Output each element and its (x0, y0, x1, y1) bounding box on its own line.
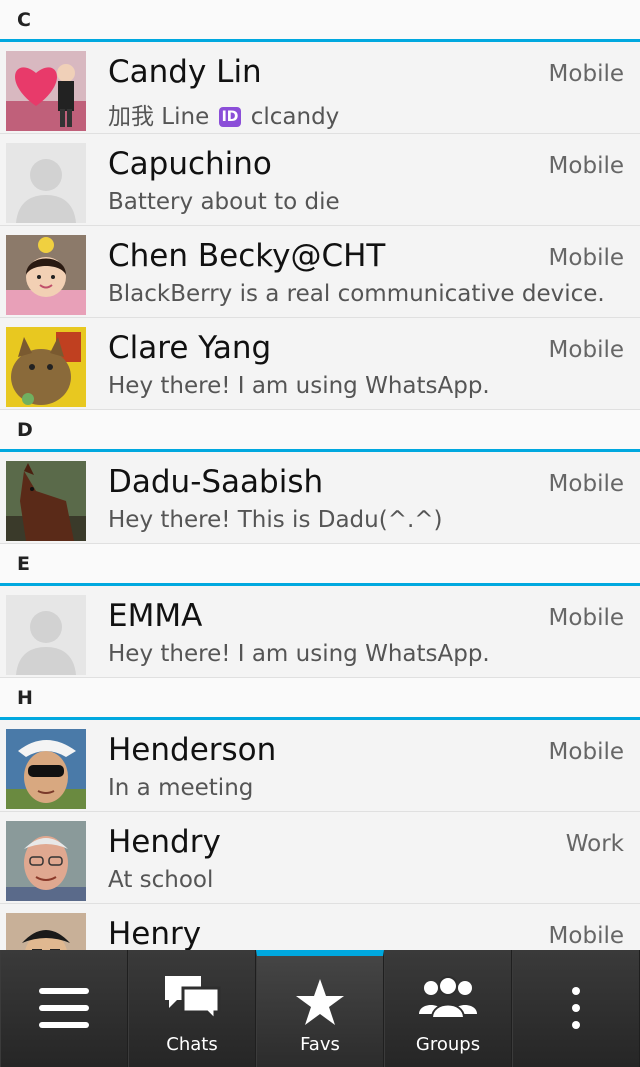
tab-label: Groups (415, 1034, 481, 1055)
chat-bubbles-icon (129, 974, 255, 1024)
contact-status: Hey there! I am using WhatsApp. (108, 641, 490, 667)
phone-type: Mobile (548, 337, 624, 363)
phone-type: Mobile (548, 923, 624, 949)
contact-row-hendry[interactable]: Hendry At school Work (0, 812, 640, 904)
hamburger-icon (1, 986, 127, 1034)
contact-status: In a meeting (108, 775, 254, 801)
contact-status: Battery about to die (108, 189, 340, 215)
star-icon (257, 978, 383, 1030)
section-header-e: E (0, 544, 640, 586)
contacts-list: C Candy Lin 加我 Line ID clcandy Mobile Ca… (0, 0, 640, 950)
contact-row-dadu-saabish[interactable]: Dadu-Saabish Hey there! This is Dadu(^.^… (0, 452, 640, 544)
tab-favs[interactable]: Favs (256, 950, 384, 1067)
contact-row-henry[interactable]: Henry Mobile (0, 904, 640, 950)
contact-status: 加我 Line ID clcandy (108, 97, 339, 131)
tab-chats[interactable]: Chats (128, 950, 256, 1067)
contact-name: EMMA (108, 598, 203, 634)
avatar (6, 235, 86, 315)
phone-type: Mobile (548, 153, 624, 179)
tab-label: Favs (300, 1034, 340, 1055)
section-letter: E (17, 553, 30, 575)
contact-status: Hey there! I am using WhatsApp. (108, 373, 490, 399)
avatar (6, 51, 86, 131)
contact-name: Henry (108, 916, 202, 950)
section-letter: C (17, 9, 31, 31)
phone-type: Mobile (548, 471, 624, 497)
avatar (6, 729, 86, 809)
section-letter: D (17, 419, 33, 441)
contact-name: Dadu-Saabish (108, 464, 324, 500)
tab-label: Chats (166, 1034, 218, 1055)
bottom-action-bar: Chats Favs Groups (0, 950, 640, 1067)
phone-type: Mobile (548, 739, 624, 765)
id-badge-icon: ID (218, 107, 242, 127)
contact-row-clare-yang[interactable]: Clare Yang Hey there! I am using WhatsAp… (0, 318, 640, 410)
contact-name: Chen Becky@CHT (108, 238, 386, 274)
contact-name: Clare Yang (108, 330, 272, 366)
contact-name: Capuchino (108, 146, 272, 182)
groups-icon (385, 974, 511, 1022)
contact-status: Hey there! This is Dadu(^.^) (108, 507, 443, 533)
avatar (6, 327, 86, 407)
status-suffix: clcandy (250, 104, 340, 130)
more-vertical-icon (513, 986, 639, 1034)
contact-row-chen-becky[interactable]: Chen Becky@CHT BlackBerry is a real comm… (0, 226, 640, 318)
avatar (6, 913, 86, 950)
contact-status: At school (108, 867, 214, 893)
contact-name: Candy Lin (108, 54, 262, 90)
menu-button[interactable] (0, 950, 128, 1067)
phone-type: Mobile (548, 605, 624, 631)
phone-type: Mobile (548, 245, 624, 271)
contact-row-capuchino[interactable]: Capuchino Battery about to die Mobile (0, 134, 640, 226)
phone-type: Work (565, 831, 624, 857)
section-header-c: C (0, 0, 640, 42)
overflow-menu-button[interactable] (512, 950, 640, 1067)
contact-row-henderson[interactable]: Henderson In a meeting Mobile (0, 720, 640, 812)
avatar (6, 821, 86, 901)
contact-name: Henderson (108, 732, 277, 768)
section-header-h: H (0, 678, 640, 720)
default-avatar-icon (6, 595, 86, 675)
contact-name: Hendry (108, 824, 221, 860)
section-header-d: D (0, 410, 640, 452)
status-prefix: 加我 Line (108, 104, 210, 130)
avatar (6, 461, 86, 541)
contact-status: BlackBerry is a real communicative devic… (108, 281, 605, 307)
phone-type: Mobile (548, 61, 624, 87)
section-letter: H (17, 687, 33, 709)
default-avatar-icon (6, 143, 86, 223)
contact-row-emma[interactable]: EMMA Hey there! I am using WhatsApp. Mob… (0, 586, 640, 678)
tab-groups[interactable]: Groups (384, 950, 512, 1067)
contact-row-candy-lin[interactable]: Candy Lin 加我 Line ID clcandy Mobile (0, 42, 640, 134)
